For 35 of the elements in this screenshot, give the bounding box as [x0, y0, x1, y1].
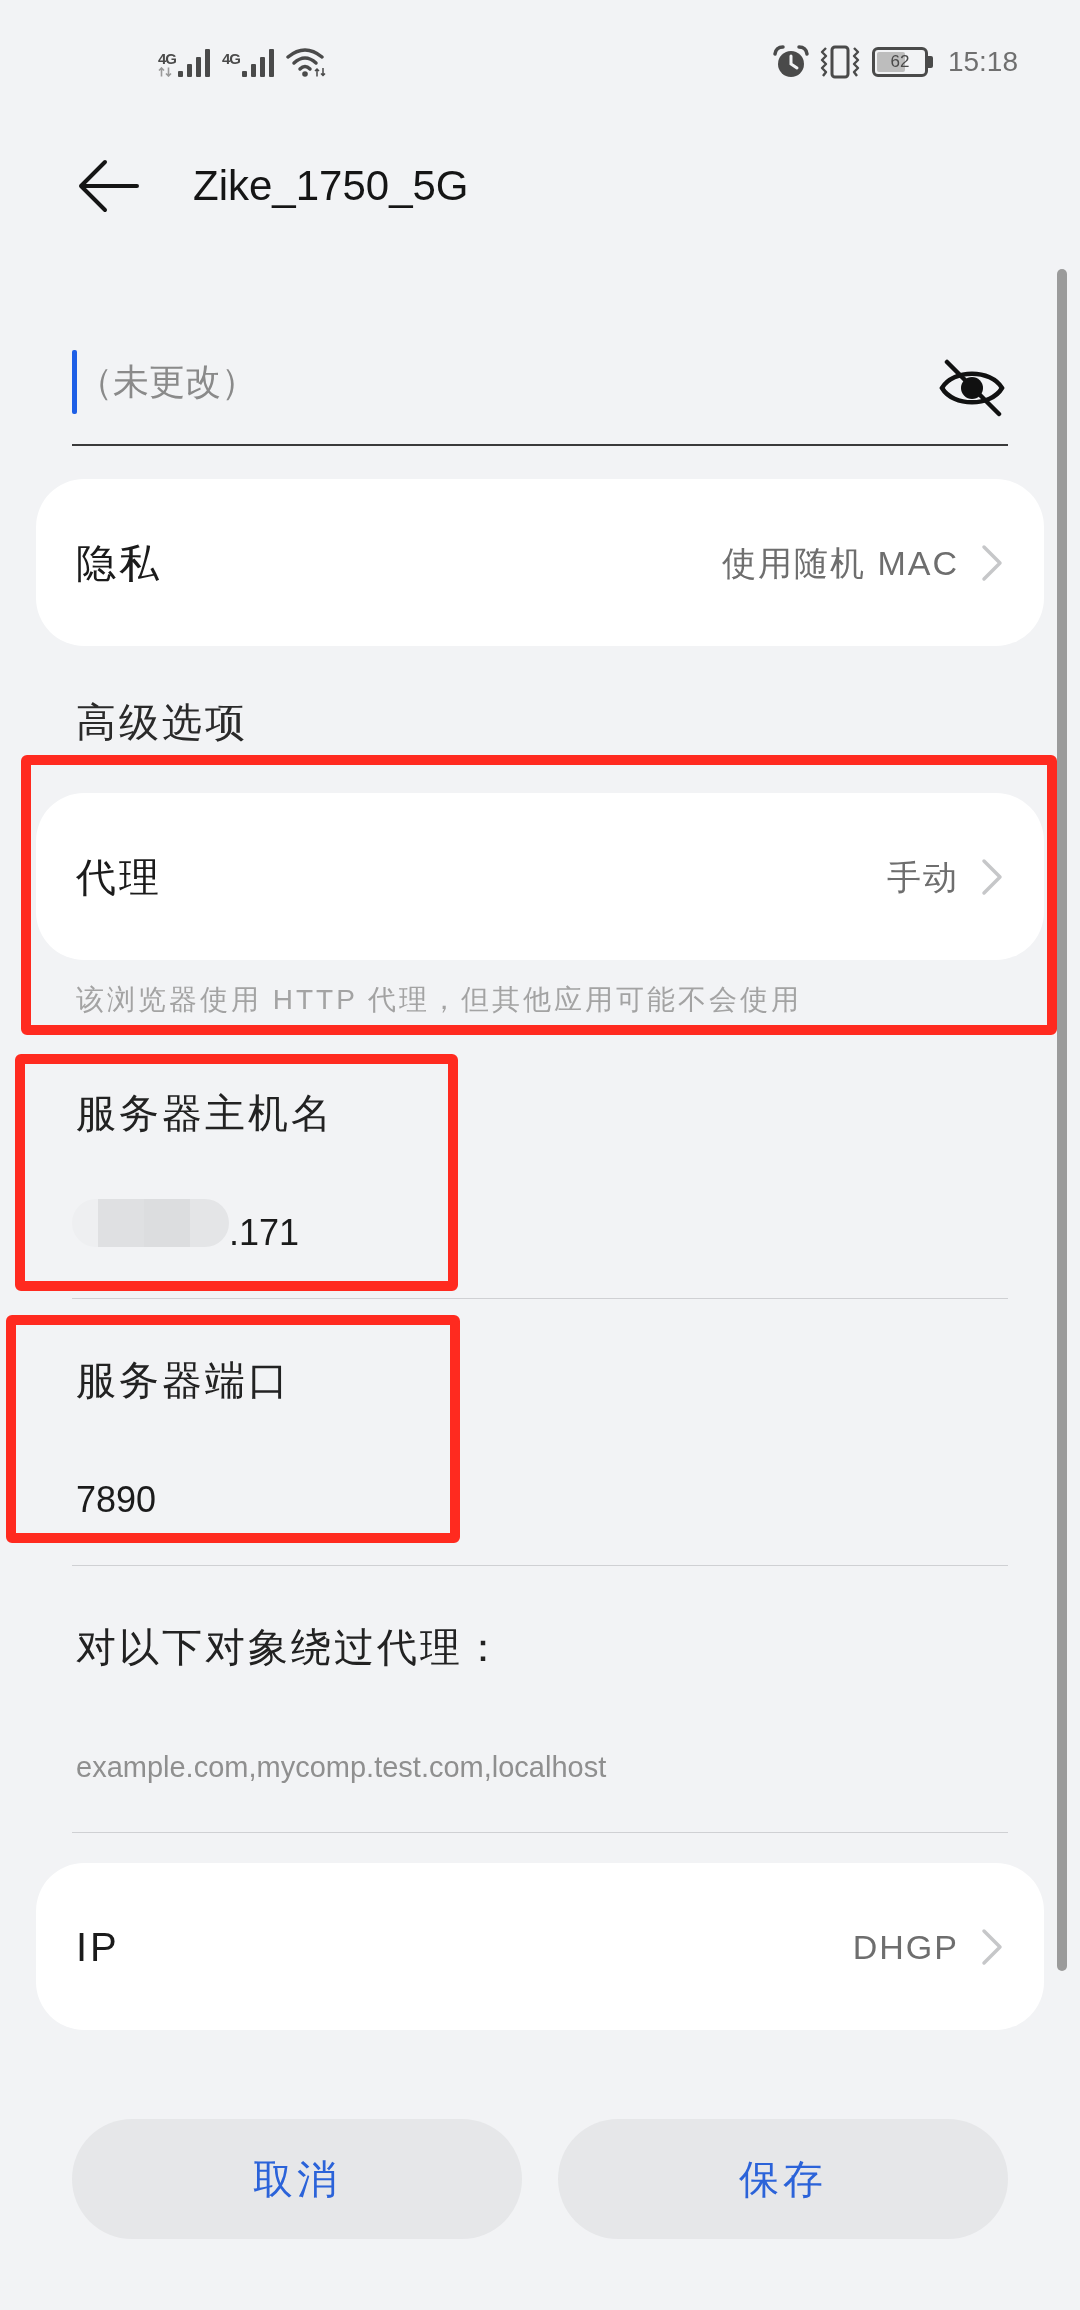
- field-label: 服务器端口: [76, 1357, 291, 1404]
- text-cursor-icon: [72, 350, 77, 414]
- proxy-hint-text: 该浏览器使用 HTTP 代理，但其他应用可能不会使用: [76, 983, 803, 1017]
- hide-password-button[interactable]: [939, 359, 1005, 417]
- proxy-row[interactable]: 代理 手动: [36, 793, 1044, 960]
- eye-off-icon: [939, 359, 1005, 417]
- cancel-button[interactable]: 取消: [72, 2119, 522, 2239]
- privacy-row[interactable]: 隐私 使用随机 MAC: [36, 479, 1044, 646]
- alarm-clock-icon: [772, 45, 809, 79]
- setting-value: 手动: [887, 856, 959, 898]
- back-button[interactable]: [77, 159, 139, 213]
- setting-value: DHGP: [852, 1926, 959, 1968]
- status-time: 15:18: [947, 45, 1018, 79]
- ip-row[interactable]: IP DHGP: [36, 1863, 1044, 2030]
- setting-value: 使用随机 MAC: [722, 542, 959, 584]
- battery-indicator: 62: [871, 47, 933, 77]
- network-type-label: 4G: [158, 51, 176, 67]
- field-label: 对以下对象绕过代理：: [76, 1624, 506, 1671]
- signal-icon: [178, 49, 210, 77]
- scrollbar[interactable]: [1057, 269, 1067, 1971]
- network-type-label: 4G: [222, 51, 241, 67]
- input-field[interactable]: 7890: [72, 1456, 1008, 1566]
- chevron-right-icon: [981, 1927, 1003, 1966]
- setting-label: IP: [76, 1923, 120, 1971]
- network-title: Zike_1750_5G: [193, 161, 469, 211]
- setting-label: 代理: [76, 853, 162, 901]
- save-button[interactable]: 保存: [558, 2119, 1008, 2239]
- section-title: 高级选项: [76, 699, 248, 746]
- field-label: 服务器主机名: [76, 1090, 334, 1137]
- setting-label: 隐私: [76, 539, 162, 587]
- vibrate-icon: [819, 45, 860, 79]
- chevron-right-icon: [981, 543, 1003, 582]
- chevron-right-icon: [981, 857, 1003, 896]
- input-field[interactable]: .171: [72, 1189, 1008, 1299]
- back-arrow-icon: [77, 159, 139, 213]
